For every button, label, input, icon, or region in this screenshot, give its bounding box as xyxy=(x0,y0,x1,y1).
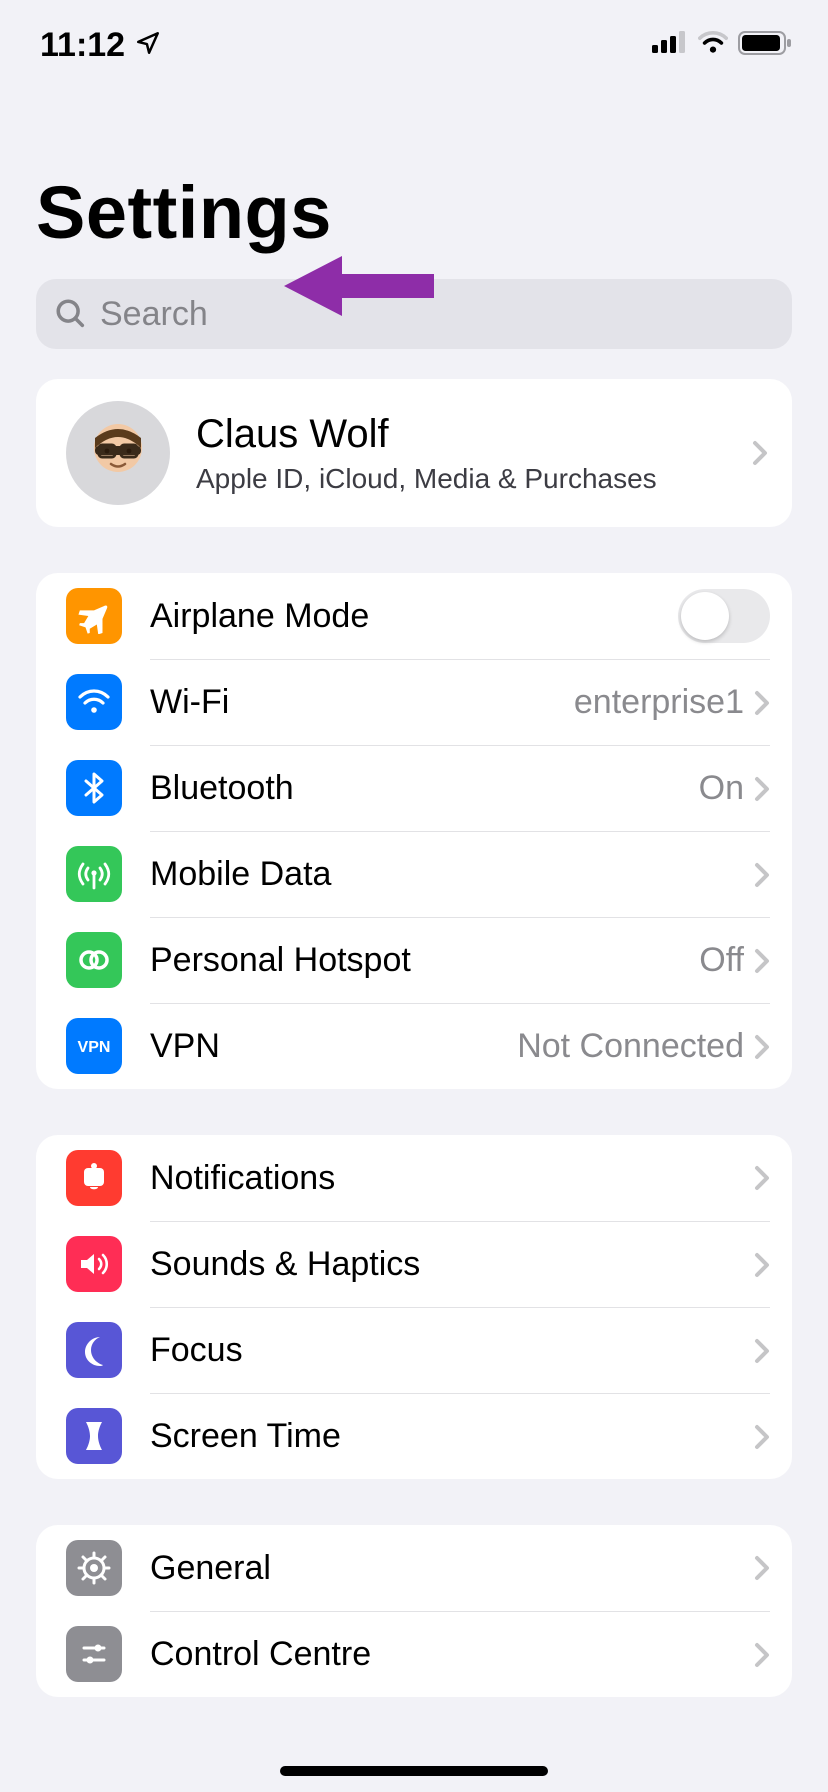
row-label: VPN xyxy=(150,1027,517,1066)
row-label: Wi-Fi xyxy=(150,683,574,722)
status-left: 11:12 xyxy=(40,26,161,65)
row-label: Bluetooth xyxy=(150,769,699,808)
row-label: General xyxy=(150,1549,754,1588)
search-icon xyxy=(54,297,88,331)
row-label: Personal Hotspot xyxy=(150,941,699,980)
wifi-icon xyxy=(66,674,122,730)
settings-row-notifications[interactable]: Notifications xyxy=(36,1135,792,1221)
row-value: Off xyxy=(699,941,744,980)
toggle-switch[interactable] xyxy=(678,589,770,643)
focus-icon xyxy=(66,1322,122,1378)
settings-row-general[interactable]: General xyxy=(36,1525,792,1611)
row-value: enterprise1 xyxy=(574,683,744,722)
settings-row-airplane[interactable]: Airplane Mode xyxy=(36,573,792,659)
settings-group: Notifications Sounds & Haptics Focus Screen… xyxy=(36,1135,792,1479)
search-container xyxy=(36,279,792,349)
chevron-right-icon xyxy=(754,1034,770,1060)
settings-row-focus[interactable]: Focus xyxy=(36,1307,792,1393)
chevron-right-icon xyxy=(754,1338,770,1364)
row-label: Airplane Mode xyxy=(150,597,678,636)
chevron-right-icon xyxy=(754,690,770,716)
settings-row-wifi[interactable]: Wi-Fienterprise1 xyxy=(36,659,792,745)
settings-row-sounds[interactable]: Sounds & Haptics xyxy=(36,1221,792,1307)
status-bar: 11:12 xyxy=(0,0,828,90)
profile-name: Claus Wolf xyxy=(196,412,726,457)
controlcentre-icon xyxy=(66,1626,122,1682)
sounds-icon xyxy=(66,1236,122,1292)
notifications-icon xyxy=(66,1150,122,1206)
profile-texts: Claus Wolf Apple ID, iCloud, Media & Pur… xyxy=(196,412,726,495)
status-right xyxy=(652,30,792,61)
row-label: Mobile Data xyxy=(150,855,754,894)
airplane-icon xyxy=(66,588,122,644)
chevron-right-icon xyxy=(754,1165,770,1191)
settings-row-controlcentre[interactable]: Control Centre xyxy=(36,1611,792,1697)
search-input[interactable] xyxy=(36,279,792,349)
settings-row-hotspot[interactable]: Personal HotspotOff xyxy=(36,917,792,1003)
general-icon xyxy=(66,1540,122,1596)
settings-row-screentime[interactable]: Screen Time xyxy=(36,1393,792,1479)
battery-icon xyxy=(738,30,792,61)
antenna-icon xyxy=(66,846,122,902)
settings-group: Airplane ModeWi-Fienterprise1BluetoothOn… xyxy=(36,573,792,1089)
bluetooth-icon xyxy=(66,760,122,816)
row-label: Screen Time xyxy=(150,1417,754,1456)
row-value: On xyxy=(699,769,744,808)
screentime-icon xyxy=(66,1408,122,1464)
chevron-right-icon xyxy=(754,948,770,974)
vpn-icon: VPN xyxy=(66,1018,122,1074)
row-label: Control Centre xyxy=(150,1635,754,1674)
status-time: 11:12 xyxy=(40,26,125,65)
home-indicator xyxy=(280,1766,548,1776)
row-label: Sounds & Haptics xyxy=(150,1245,754,1284)
location-icon xyxy=(135,26,161,65)
settings-row-bluetooth[interactable]: BluetoothOn xyxy=(36,745,792,831)
settings-row-vpn[interactable]: VPNVPNNot Connected xyxy=(36,1003,792,1089)
chevron-right-icon xyxy=(754,1555,770,1581)
chevron-right-icon xyxy=(754,862,770,888)
chevron-right-icon xyxy=(754,1424,770,1450)
hotspot-icon xyxy=(66,932,122,988)
chevron-right-icon xyxy=(754,1252,770,1278)
wifi-status-icon xyxy=(698,31,728,60)
svg-text:VPN: VPN xyxy=(78,1039,111,1056)
settings-row-antenna[interactable]: Mobile Data xyxy=(36,831,792,917)
chevron-right-icon xyxy=(752,440,768,466)
row-value: Not Connected xyxy=(517,1027,744,1066)
page-title: Settings xyxy=(0,90,828,273)
profile-group: Claus Wolf Apple ID, iCloud, Media & Pur… xyxy=(36,379,792,527)
profile-row[interactable]: Claus Wolf Apple ID, iCloud, Media & Pur… xyxy=(36,379,792,527)
profile-subtitle: Apple ID, iCloud, Media & Purchases xyxy=(196,463,726,495)
row-label: Notifications xyxy=(150,1159,754,1198)
avatar xyxy=(66,401,170,505)
chevron-right-icon xyxy=(754,1642,770,1668)
row-label: Focus xyxy=(150,1331,754,1370)
chevron-right-icon xyxy=(754,776,770,802)
settings-group: General Control Centre xyxy=(36,1525,792,1697)
cellular-icon xyxy=(652,31,688,60)
